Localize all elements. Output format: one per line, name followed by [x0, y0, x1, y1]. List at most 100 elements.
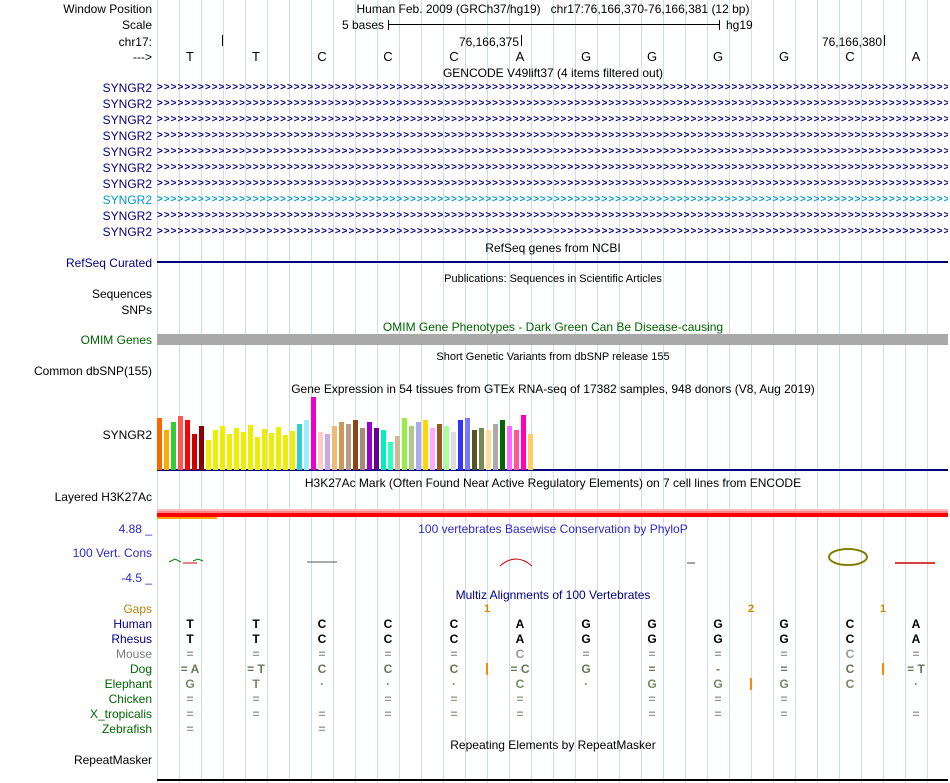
gtex-bar[interactable] — [493, 424, 498, 470]
gtex-bar[interactable] — [171, 422, 176, 470]
align-base: = — [516, 707, 524, 721]
gencode-track-title[interactable]: GENCODE V49lift37 (4 items filtered out) — [157, 66, 949, 80]
gtex-bar[interactable] — [479, 428, 484, 470]
gtex-bar[interactable] — [346, 424, 351, 470]
gtex-bar[interactable] — [304, 420, 309, 470]
gtex-bar[interactable] — [157, 418, 162, 470]
phylop-track-title[interactable]: 100 vertebrates Basewise Conservation by… — [157, 522, 949, 536]
gtex-bar[interactable] — [220, 426, 225, 470]
refseq-curated-line[interactable] — [157, 261, 948, 263]
gtex-bar[interactable] — [297, 424, 302, 470]
gtex-bar[interactable] — [283, 435, 288, 470]
gtex-bar[interactable] — [528, 434, 533, 470]
gtex-bar[interactable] — [374, 428, 379, 470]
gtex-bar[interactable] — [262, 429, 267, 470]
omim-genes-bar[interactable] — [157, 334, 948, 345]
gtex-bar[interactable] — [500, 420, 505, 470]
ruler-tick — [521, 35, 522, 46]
gtex-bar[interactable] — [206, 440, 211, 470]
gtex-bar[interactable] — [332, 426, 337, 470]
gtex-bar[interactable] — [318, 432, 323, 470]
gtex-bar[interactable] — [339, 422, 344, 470]
gene-model-row[interactable]: >>>>>>>>>>>>>>>>>>>>>>>>>>>>>>>>>>>>>>>>… — [157, 161, 948, 174]
ruler-base: T — [186, 49, 194, 64]
gtex-bar[interactable] — [458, 420, 463, 470]
gtex-bar[interactable] — [234, 428, 239, 470]
align-base: = — [252, 692, 260, 706]
align-base: C — [383, 632, 393, 646]
ruler-label: 76,166,375 — [458, 35, 519, 49]
gtex-bar[interactable] — [472, 430, 477, 470]
gtex-bar[interactable] — [381, 430, 386, 470]
conservation-plot[interactable] — [157, 536, 949, 576]
align-base: = — [912, 707, 920, 721]
gtex-bar[interactable] — [255, 437, 260, 470]
gtex-bar[interactable] — [416, 422, 421, 470]
refseq-curated-label: RefSeq Curated — [65, 256, 152, 270]
gtex-bar[interactable] — [192, 434, 197, 470]
gtex-bar[interactable] — [360, 428, 365, 470]
dbsnp-track-title[interactable]: Short Genetic Variants from dbSNP releas… — [157, 350, 949, 364]
align-base: = — [186, 722, 194, 736]
gtex-bar[interactable] — [185, 420, 190, 470]
omim-track-title[interactable]: OMIM Gene Phenotypes - Dark Green Can Be… — [157, 320, 949, 334]
multiz-track-title[interactable]: Multiz Alignments of 100 Vertebrates — [157, 588, 949, 602]
conservation-mark — [828, 548, 868, 566]
gene-model-row[interactable]: >>>>>>>>>>>>>>>>>>>>>>>>>>>>>>>>>>>>>>>>… — [157, 81, 948, 94]
publications-track-title[interactable]: Publications: Sequences in Scientific Ar… — [157, 272, 949, 286]
gene-model-row[interactable]: >>>>>>>>>>>>>>>>>>>>>>>>>>>>>>>>>>>>>>>>… — [157, 145, 948, 158]
gtex-bar[interactable] — [388, 442, 393, 470]
gene-model-row[interactable]: >>>>>>>>>>>>>>>>>>>>>>>>>>>>>>>>>>>>>>>>… — [157, 129, 948, 142]
gtex-bar[interactable] — [290, 431, 295, 470]
gtex-bar[interactable] — [213, 430, 218, 470]
gene-label: SYNGR2 — [102, 81, 152, 95]
gtex-bar[interactable] — [353, 420, 358, 470]
gtex-bar[interactable] — [465, 418, 470, 470]
gene-model-row[interactable]: >>>>>>>>>>>>>>>>>>>>>>>>>>>>>>>>>>>>>>>>… — [157, 177, 948, 190]
h3k27ac-signal-band[interactable] — [157, 517, 217, 519]
gtex-bar[interactable] — [241, 432, 246, 470]
gtex-bar[interactable] — [269, 433, 274, 470]
h3k27ac-track-title[interactable]: H3K27Ac Mark (Often Found Near Active Re… — [157, 476, 949, 490]
align-base: T — [252, 632, 260, 646]
gtex-bar[interactable] — [444, 426, 449, 470]
gtex-bar[interactable] — [514, 430, 519, 470]
repeatmasker-track-title[interactable]: Repeating Elements by RepeatMasker — [157, 738, 949, 752]
gtex-bar[interactable] — [521, 415, 526, 470]
gtex-bar[interactable] — [248, 425, 253, 470]
align-base: = — [714, 647, 722, 661]
gene-model-row[interactable]: >>>>>>>>>>>>>>>>>>>>>>>>>>>>>>>>>>>>>>>>… — [157, 225, 948, 238]
align-base: = T — [907, 662, 925, 676]
gtex-bar[interactable] — [402, 418, 407, 470]
gtex-track-title[interactable]: Gene Expression in 54 tissues from GTEx … — [157, 382, 949, 396]
align-base: = — [780, 707, 788, 721]
layered-h3k27ac-label: Layered H3K27Ac — [54, 490, 152, 504]
gene-model-row[interactable]: >>>>>>>>>>>>>>>>>>>>>>>>>>>>>>>>>>>>>>>>… — [157, 97, 948, 110]
gtex-bar[interactable] — [325, 434, 330, 470]
gtex-bar[interactable] — [437, 424, 442, 470]
gtex-bar[interactable] — [164, 430, 169, 470]
gtex-bar[interactable] — [227, 434, 232, 470]
gtex-bar[interactable] — [178, 416, 183, 470]
gtex-bar[interactable] — [486, 430, 491, 470]
gtex-bar[interactable] — [311, 397, 316, 470]
gtex-bar[interactable] — [430, 428, 435, 470]
gtex-bar[interactable] — [367, 422, 372, 470]
gap-count: 1 — [879, 603, 887, 615]
h3k27ac-signal-band[interactable] — [157, 513, 948, 517]
gtex-bar[interactable] — [507, 426, 512, 470]
gtex-bar[interactable] — [276, 427, 281, 470]
align-base: G — [713, 617, 723, 631]
gene-model-row[interactable]: >>>>>>>>>>>>>>>>>>>>>>>>>>>>>>>>>>>>>>>>… — [157, 193, 948, 206]
refseq-track-title[interactable]: RefSeq genes from NCBI — [157, 241, 949, 255]
gtex-bar[interactable] — [199, 426, 204, 470]
gtex-bar[interactable] — [423, 420, 428, 470]
align-base: = — [648, 692, 656, 706]
ruler-base: A — [515, 49, 525, 64]
gene-model-row[interactable]: >>>>>>>>>>>>>>>>>>>>>>>>>>>>>>>>>>>>>>>>… — [157, 209, 948, 222]
gene-model-row[interactable]: >>>>>>>>>>>>>>>>>>>>>>>>>>>>>>>>>>>>>>>>… — [157, 113, 948, 126]
gtex-bar[interactable] — [451, 432, 456, 470]
gtex-bar[interactable] — [409, 426, 414, 470]
gtex-bar[interactable] — [395, 436, 400, 470]
conservation-mark — [168, 558, 182, 563]
